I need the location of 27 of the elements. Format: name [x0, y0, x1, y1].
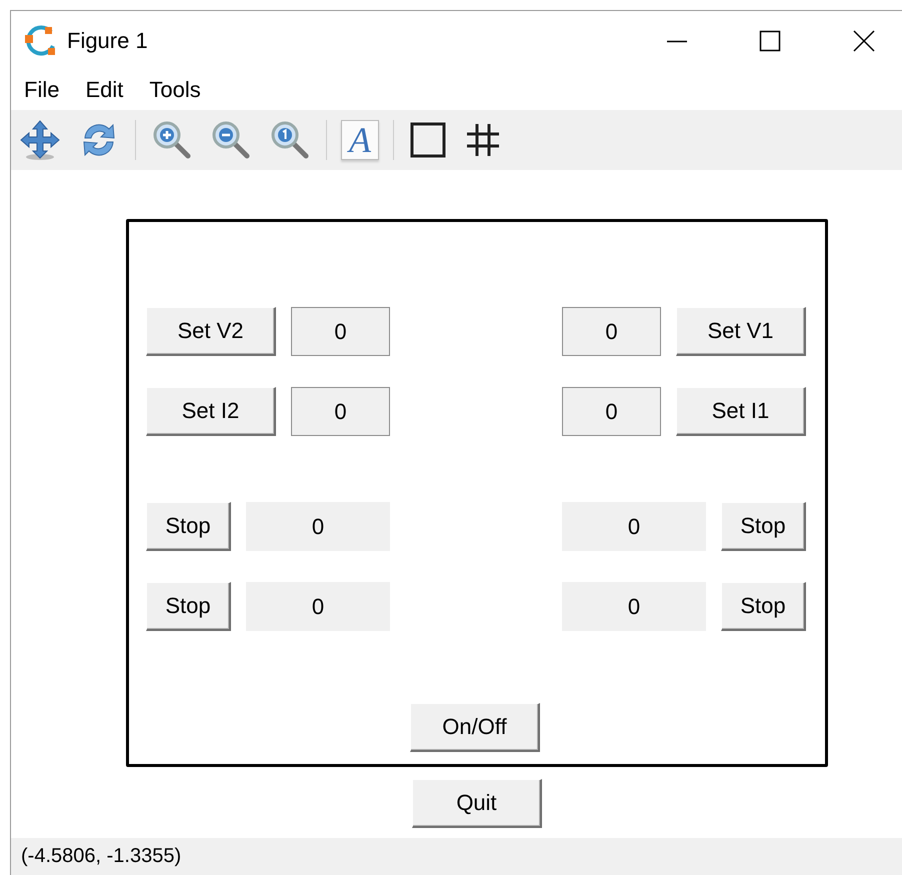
set-button[interactable]: Set I2: [146, 387, 276, 436]
value-field[interactable]: 0: [562, 387, 661, 436]
value-field[interactable]: 0: [291, 307, 390, 356]
set-button[interactable]: Set V2: [146, 307, 276, 356]
stop-button[interactable]: Stop: [146, 502, 231, 551]
readout-value: 0: [562, 502, 706, 551]
menu-item[interactable]: Tools: [143, 77, 207, 103]
set-button[interactable]: Set V1: [676, 307, 806, 356]
menu-item[interactable]: File: [18, 77, 66, 103]
window-title: Figure 1: [67, 28, 148, 54]
move-icon[interactable]: [18, 118, 62, 162]
stop-button[interactable]: Stop: [721, 582, 806, 631]
square-icon[interactable]: [408, 120, 448, 160]
text-icon[interactable]: A: [341, 120, 379, 160]
value-field[interactable]: 0: [562, 307, 661, 356]
readout-value: 0: [246, 502, 390, 551]
quit-button[interactable]: Quit: [412, 779, 542, 828]
value-field[interactable]: 0: [291, 387, 390, 436]
menu-item[interactable]: Edit: [79, 77, 130, 103]
app-logo-icon: [24, 24, 58, 58]
status-text: (-4.5806, -1.3355): [21, 845, 182, 868]
set-button[interactable]: Set I1: [676, 387, 806, 436]
readout-value: 0: [246, 582, 390, 631]
stop-button[interactable]: Stop: [146, 582, 231, 631]
on-off-button[interactable]: On/Off: [410, 703, 540, 752]
readout-value: 0: [562, 582, 706, 631]
stop-button[interactable]: Stop: [721, 502, 806, 551]
